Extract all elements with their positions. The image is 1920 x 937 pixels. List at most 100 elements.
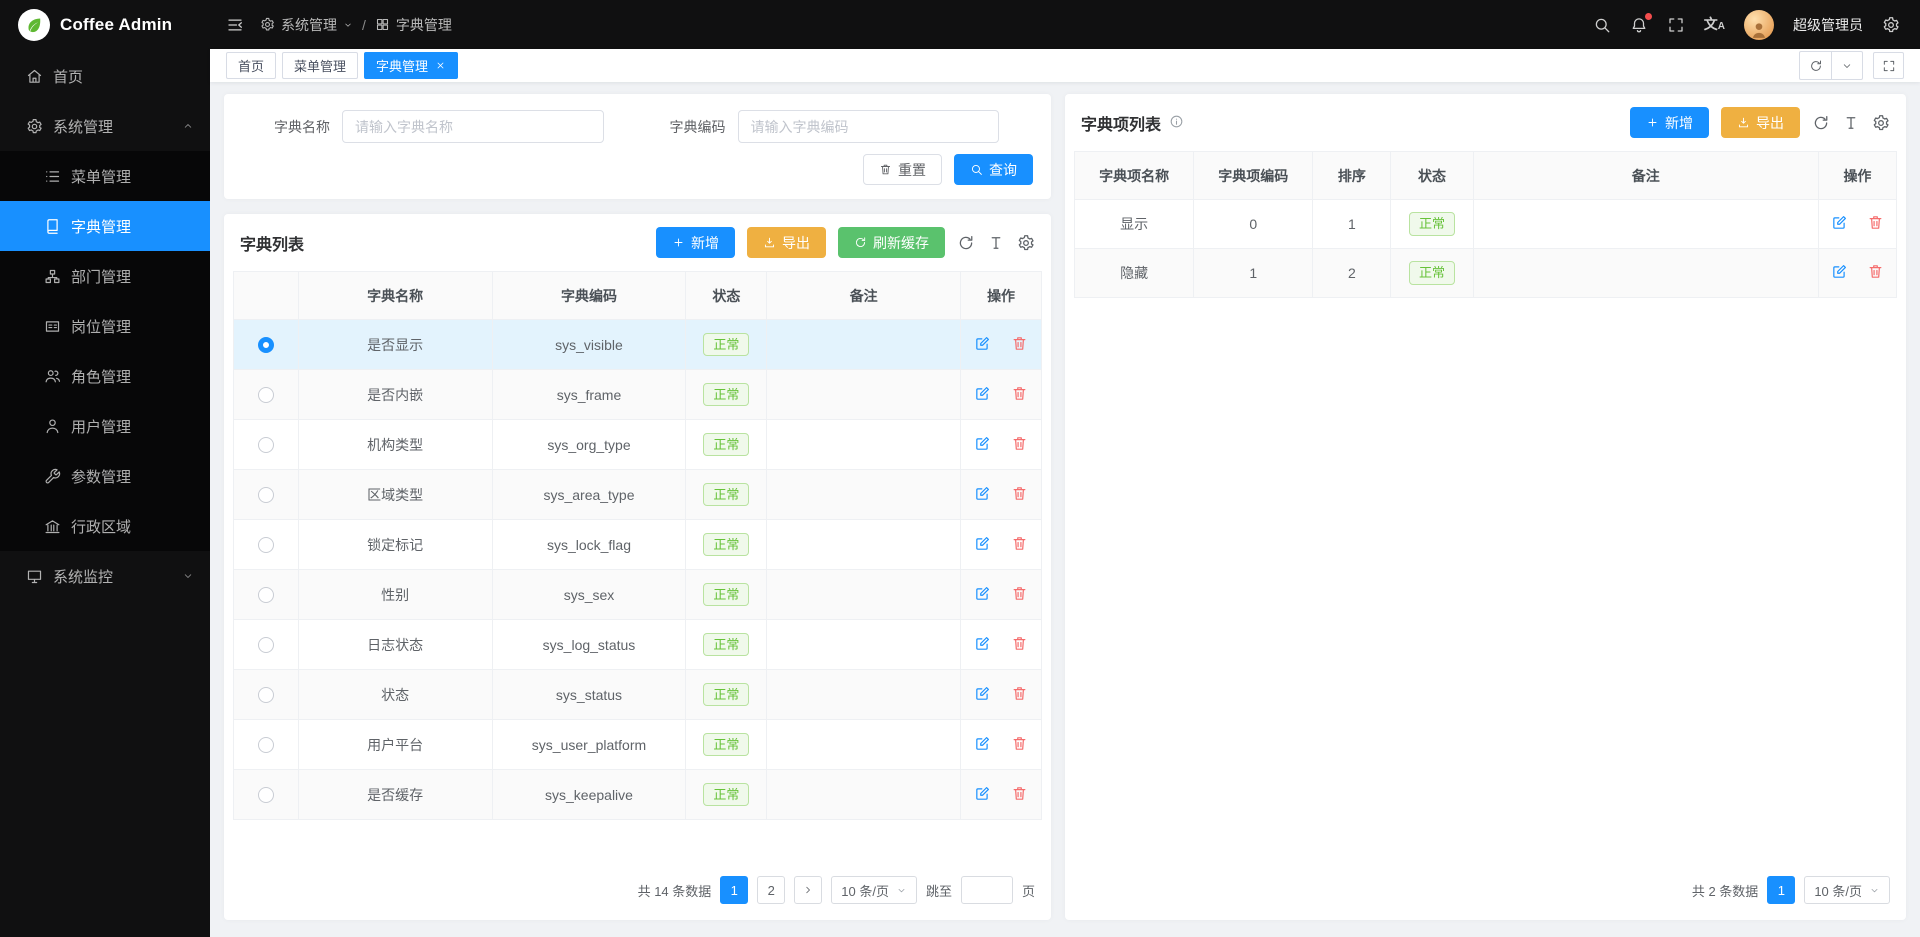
page-size-select[interactable]: 10 条/页 xyxy=(831,876,917,904)
tab-options-dropdown[interactable] xyxy=(1831,52,1862,79)
sidebar-item-param-mgmt[interactable]: 参数管理 xyxy=(0,451,210,501)
sidebar-item-dept-mgmt[interactable]: 部门管理 xyxy=(0,251,210,301)
delete-button[interactable] xyxy=(1003,635,1036,655)
export-dict-button[interactable]: 导出 xyxy=(747,227,826,258)
avatar[interactable] xyxy=(1744,10,1774,40)
tab-dict-mgmt[interactable]: 字典管理 xyxy=(364,52,458,79)
table-row[interactable]: 用户平台 sys_user_platform 正常 xyxy=(234,720,1042,770)
page-button-1[interactable]: 1 xyxy=(1767,876,1795,904)
tab-menu-mgmt[interactable]: 菜单管理 xyxy=(282,52,358,79)
edit-button[interactable] xyxy=(966,685,999,705)
query-button[interactable]: 查询 xyxy=(954,154,1033,185)
row-radio[interactable] xyxy=(258,637,274,653)
row-radio[interactable] xyxy=(258,487,274,503)
edit-button[interactable] xyxy=(966,585,999,605)
row-radio[interactable] xyxy=(258,787,274,803)
table-row[interactable]: 区域类型 sys_area_type 正常 xyxy=(234,470,1042,520)
delete-button[interactable] xyxy=(1003,585,1036,605)
breadcrumb-separator: / xyxy=(362,17,366,33)
edit-button[interactable] xyxy=(966,735,999,755)
edit-button[interactable] xyxy=(966,435,999,455)
notifications-button[interactable] xyxy=(1630,16,1648,34)
row-radio[interactable] xyxy=(258,387,274,403)
tab-home[interactable]: 首页 xyxy=(226,52,276,79)
edit-button[interactable] xyxy=(966,785,999,805)
breadcrumb-item-system[interactable]: 系统管理 xyxy=(260,15,353,35)
sidebar-item-user-mgmt[interactable]: 用户管理 xyxy=(0,401,210,451)
info-icon[interactable] xyxy=(1169,114,1184,132)
font-size-button[interactable] xyxy=(987,234,1005,252)
row-radio[interactable] xyxy=(258,437,274,453)
remark-cell xyxy=(1473,249,1818,298)
delete-button[interactable] xyxy=(1003,435,1036,455)
sidebar-group-system[interactable]: 系统管理 xyxy=(0,101,210,151)
delete-button[interactable] xyxy=(1859,214,1892,234)
sidebar-item-menu-mgmt[interactable]: 菜单管理 xyxy=(0,151,210,201)
sidebar-item-region-mgmt[interactable]: 行政区域 xyxy=(0,501,210,551)
refresh-tab-button[interactable] xyxy=(1800,52,1831,79)
delete-button[interactable] xyxy=(1859,263,1892,283)
dict-code-input[interactable] xyxy=(738,110,1000,143)
table-row[interactable]: 是否缓存 sys_keepalive 正常 xyxy=(234,770,1042,820)
sidebar-item-post-mgmt[interactable]: 岗位管理 xyxy=(0,301,210,351)
collapse-sidebar-button[interactable] xyxy=(226,16,244,34)
delete-button[interactable] xyxy=(1003,535,1036,555)
jump-page-input[interactable] xyxy=(961,876,1013,904)
close-icon[interactable] xyxy=(435,60,446,71)
add-dict-item-button[interactable]: 新增 xyxy=(1630,107,1709,138)
table-row[interactable]: 隐藏 1 2 正常 xyxy=(1075,249,1897,298)
page-size-select[interactable]: 10 条/页 xyxy=(1804,876,1890,904)
refresh-cache-button[interactable]: 刷新缓存 xyxy=(838,227,945,258)
row-radio[interactable] xyxy=(258,337,274,353)
edit-button[interactable] xyxy=(966,535,999,555)
column-settings-button[interactable] xyxy=(1872,114,1890,132)
sidebar-item-role-mgmt[interactable]: 角色管理 xyxy=(0,351,210,401)
table-row[interactable]: 是否内嵌 sys_frame 正常 xyxy=(234,370,1042,420)
settings-button[interactable] xyxy=(1882,16,1900,34)
delete-button[interactable] xyxy=(1003,685,1036,705)
refresh-table-button[interactable] xyxy=(1812,114,1830,132)
maximize-content-button[interactable] xyxy=(1873,52,1904,79)
next-page-button[interactable] xyxy=(794,876,822,904)
username-dropdown[interactable]: 超级管理员 xyxy=(1793,15,1863,35)
table-row[interactable]: 机构类型 sys_org_type 正常 xyxy=(234,420,1042,470)
row-radio[interactable] xyxy=(258,687,274,703)
sidebar-group-monitor[interactable]: 系统监控 xyxy=(0,551,210,601)
delete-button[interactable] xyxy=(1003,735,1036,755)
fullscreen-button[interactable] xyxy=(1667,16,1685,34)
edit-button[interactable] xyxy=(966,485,999,505)
table-row[interactable]: 状态 sys_status 正常 xyxy=(234,670,1042,720)
reset-button[interactable]: 重置 xyxy=(863,154,942,185)
edit-button[interactable] xyxy=(1823,214,1856,234)
search-button[interactable] xyxy=(1593,16,1611,34)
row-radio[interactable] xyxy=(258,587,274,603)
language-switch-button[interactable]: 文A xyxy=(1704,17,1725,32)
delete-button[interactable] xyxy=(1003,335,1036,355)
table-row[interactable]: 锁定标记 sys_lock_flag 正常 xyxy=(234,520,1042,570)
add-dict-button[interactable]: 新增 xyxy=(656,227,735,258)
page-button-1[interactable]: 1 xyxy=(720,876,748,904)
sidebar-item-home[interactable]: 首页 xyxy=(0,51,210,101)
delete-button[interactable] xyxy=(1003,485,1036,505)
row-radio[interactable] xyxy=(258,737,274,753)
refresh-table-button[interactable] xyxy=(957,234,975,252)
delete-button[interactable] xyxy=(1003,385,1036,405)
edit-button[interactable] xyxy=(966,635,999,655)
edit-button[interactable] xyxy=(966,385,999,405)
sidebar-item-dict-mgmt[interactable]: 字典管理 xyxy=(0,201,210,251)
edit-button[interactable] xyxy=(966,335,999,355)
delete-button[interactable] xyxy=(1003,785,1036,805)
table-row[interactable]: 日志状态 sys_log_status 正常 xyxy=(234,620,1042,670)
column-settings-button[interactable] xyxy=(1017,234,1035,252)
edit-button[interactable] xyxy=(1823,263,1856,283)
query-button-label: 查询 xyxy=(989,160,1017,180)
table-row[interactable]: 性别 sys_sex 正常 xyxy=(234,570,1042,620)
table-row[interactable]: 显示 0 1 正常 xyxy=(1075,200,1897,249)
dict-name-input[interactable] xyxy=(342,110,604,143)
breadcrumb-item-dict[interactable]: 字典管理 xyxy=(375,15,452,35)
font-size-button[interactable] xyxy=(1842,114,1860,132)
page-button-2[interactable]: 2 xyxy=(757,876,785,904)
export-dict-items-button[interactable]: 导出 xyxy=(1721,107,1800,138)
row-radio[interactable] xyxy=(258,537,274,553)
table-row[interactable]: 是否显示 sys_visible 正常 xyxy=(234,320,1042,370)
